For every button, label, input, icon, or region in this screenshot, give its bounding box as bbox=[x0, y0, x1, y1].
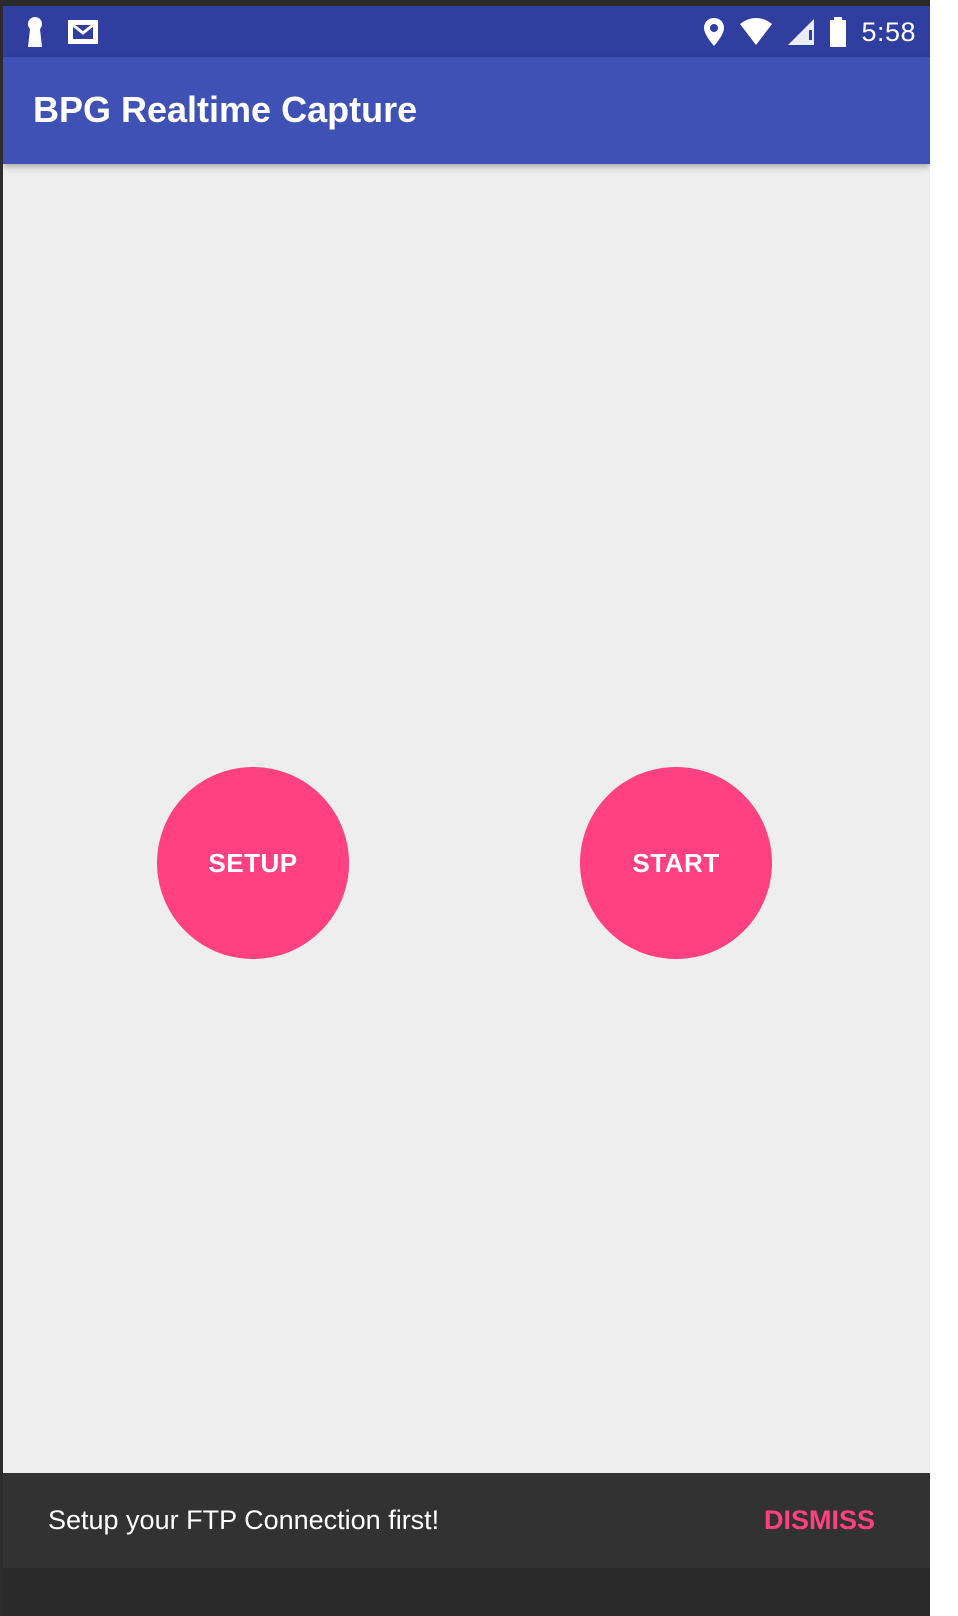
signal-icon bbox=[787, 18, 815, 46]
snackbar: Setup your FTP Connection first! DISMISS bbox=[3, 1473, 930, 1568]
wifi-icon bbox=[739, 18, 773, 46]
notification-keyhole-icon bbox=[25, 16, 45, 48]
app-bar: BPG Realtime Capture bbox=[3, 57, 930, 164]
gmail-icon bbox=[67, 19, 99, 45]
location-pin-icon bbox=[703, 17, 725, 47]
status-bar: 5:58 bbox=[3, 6, 930, 57]
bottom-bar bbox=[3, 1568, 930, 1616]
dismiss-button[interactable]: DISMISS bbox=[764, 1505, 875, 1536]
status-time: 5:58 bbox=[861, 16, 916, 47]
setup-button[interactable]: SETUP bbox=[157, 767, 349, 959]
window-right-margin bbox=[930, 0, 958, 1616]
snackbar-message: Setup your FTP Connection first! bbox=[48, 1505, 440, 1535]
battery-icon bbox=[829, 17, 847, 47]
app-screen: 5:58 BPG Realtime Capture SETUP START Se… bbox=[3, 6, 930, 1616]
app-title: BPG Realtime Capture bbox=[33, 89, 418, 130]
device-frame: 5:58 BPG Realtime Capture SETUP START Se… bbox=[0, 0, 958, 1616]
start-button[interactable]: START bbox=[580, 767, 772, 959]
